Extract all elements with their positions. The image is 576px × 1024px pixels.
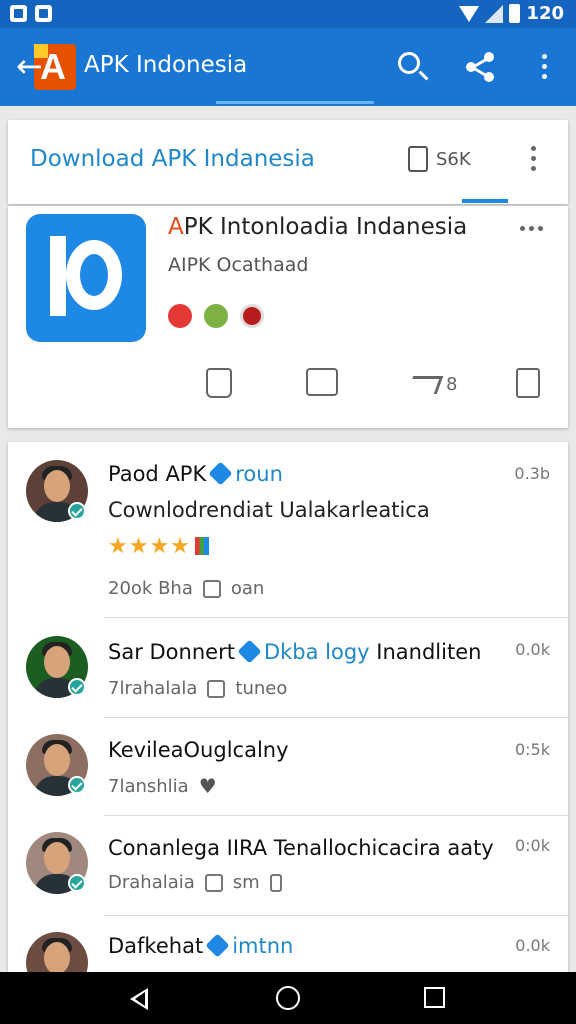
verified-icon (68, 502, 86, 520)
status-time: 120 (526, 3, 564, 24)
list-item[interactable]: Dafkehat imtnn 0.0k (8, 916, 568, 972)
comment-button[interactable] (306, 368, 338, 402)
comment-time: 0:5k (514, 740, 550, 759)
verified-icon (68, 874, 86, 892)
wifi-icon (459, 5, 480, 22)
verified-icon (68, 678, 86, 696)
thumb-up-icon[interactable] (202, 579, 221, 598)
verified-badge-icon (205, 933, 230, 958)
nav-recents-icon[interactable] (424, 987, 445, 1008)
app-icon[interactable] (26, 214, 146, 342)
list-item[interactable]: KevileaOuglcalny 0:5k 7lanshlia ♥ (8, 718, 568, 816)
verified-icon (68, 776, 86, 794)
rating-stars: ★★★★ (108, 534, 209, 559)
search-icon[interactable] (398, 52, 420, 74)
share-count: 8 (446, 374, 458, 395)
list-item[interactable]: Sar Donnert Dkba logy Inandliten 0.0k 7lr… (8, 618, 568, 718)
header-title: Download APK Indanesia (30, 146, 315, 172)
thumb-up-icon (206, 368, 232, 398)
app-name: APK Intonloadia Indanesia (168, 214, 468, 240)
comment-meta: 7lanshlia ♥ (108, 774, 217, 798)
comment-meta: 7lrahalala tuneo (108, 678, 288, 699)
flag-icon (194, 537, 209, 555)
app-subtitle: AIPK Ocathaad (168, 254, 309, 276)
comment-time: 0.0k (515, 640, 550, 659)
app-bar-title: APK Indonesia (84, 52, 248, 78)
nav-back-icon[interactable] (130, 988, 148, 1010)
comment-list: Paod APK roun 0.3b Cownlodrendiat Ualakar… (8, 442, 568, 972)
status-bar: 120 (0, 0, 576, 28)
comment-author[interactable]: Conanlega IIRA Tenallochicacira aaty (108, 836, 494, 860)
share-arrow-icon (406, 376, 444, 394)
badge-tools-icon (204, 304, 228, 328)
share-icon[interactable] (466, 52, 496, 82)
avatar[interactable] (26, 932, 88, 972)
thumb-up-icon[interactable] (207, 679, 226, 698)
thumb-up-icon[interactable] (204, 873, 223, 892)
notification-icon (10, 5, 27, 22)
download-count[interactable]: S6K (408, 146, 471, 172)
share-button[interactable]: 8 (406, 368, 458, 402)
more-vert-icon[interactable] (542, 54, 548, 84)
download-count-label: S6K (436, 148, 471, 170)
like-button[interactable] (206, 368, 232, 402)
heart-icon[interactable]: ♥ (199, 774, 217, 798)
app-bar: ← APK Indonesia (0, 28, 576, 106)
gallery-icon (35, 5, 52, 22)
battery-icon (509, 4, 521, 23)
app-actions: 8 (198, 368, 548, 404)
document-icon (408, 146, 428, 172)
header-more-icon[interactable] (531, 146, 536, 176)
comment-author[interactable]: Dafkehat imtnn (108, 933, 293, 958)
header-card: Download APK Indanesia S6K (8, 120, 568, 204)
save-button[interactable] (516, 368, 540, 402)
app-more-icon[interactable] (520, 226, 543, 231)
save-icon (516, 368, 540, 398)
comment-meta: 20ok Bha oan (108, 578, 265, 599)
comment-time: 0.3b (514, 464, 550, 483)
comment-meta: Drahalaia sm (108, 872, 282, 893)
comment-author[interactable]: Paod APK roun (108, 461, 283, 486)
app-bar-indicator (216, 101, 374, 104)
tab-indicator (462, 199, 508, 203)
list-item[interactable]: Paod APK roun 0.3b Cownlodrendiat Ualakar… (8, 442, 568, 618)
app-badges (168, 304, 264, 328)
system-nav-bar (0, 972, 576, 1024)
badge-red-icon (168, 304, 192, 328)
comment-time: 0.0k (515, 936, 550, 955)
comment-text: Cownlodrendiat Ualakarleatica (108, 498, 430, 522)
verified-badge-icon (208, 461, 233, 486)
app-card[interactable]: APK Intonloadia Indanesia AIPK Ocathaad … (8, 206, 568, 428)
comment-time: 0:0k (514, 836, 550, 855)
comment-author[interactable]: KevileaOuglcalny (108, 738, 289, 762)
signal-icon (485, 4, 504, 23)
list-item[interactable]: Conanlega IIRA Tenallochicacira aaty 0:0… (8, 816, 568, 916)
verified-badge-icon (237, 639, 262, 664)
back-arrow-icon[interactable]: ← (16, 50, 43, 82)
badge-robot-icon (240, 304, 264, 328)
trash-icon[interactable] (269, 873, 282, 892)
comment-author[interactable]: Sar Donnert Dkba logy Inandliten (108, 639, 481, 664)
comment-icon (306, 368, 338, 396)
nav-home-icon[interactable] (276, 986, 300, 1010)
